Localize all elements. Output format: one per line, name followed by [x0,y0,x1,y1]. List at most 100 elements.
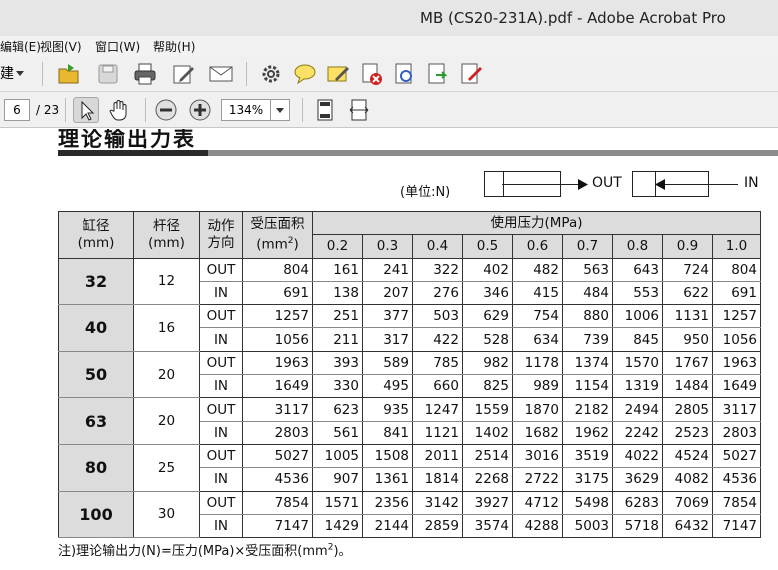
force-value-cell: 2182 [562,397,613,422]
formula-note: 注)理论输出力(N)=压力(MPa)×受压面积(mm2)。 [58,542,352,559]
area-cell: 804 [242,257,313,282]
rod-cell: 20 [133,397,200,445]
email-icon[interactable] [208,61,234,87]
zoom-dropdown-button[interactable] [270,99,290,121]
direction-cell: IN [199,467,243,492]
open-icon[interactable] [56,61,82,87]
chevron-down-icon[interactable] [16,71,24,77]
direction-cell: OUT [199,397,243,422]
force-value-cell: 589 [362,350,413,376]
page-total: / 23 [36,103,60,117]
force-value-cell: 4022 [612,443,663,469]
table-row: 40 16 OUT 1257 251 377 503 629 754 880 1006 1131 125… [58,304,761,352]
table-row: 50 20 OUT 1963 393 589 785 982 1178 1374 1570 1767 1… [58,350,761,399]
pressure-col-header: 0.4 [412,234,463,259]
force-value-cell: 1361 [362,467,413,492]
bore-cell: 63 [58,397,134,445]
page-nav-toolbar: 6 / 23 134% [0,92,778,128]
menu-bar: 编辑(E) 视图(V) 窗口(W) 帮助(H) [0,36,778,56]
force-value-cell: 4536 [712,467,761,492]
direction-cell: IN [199,374,243,399]
rod-cell: 30 [133,490,200,539]
area-cell: 4536 [242,467,313,492]
force-value-cell: 622 [662,280,713,306]
hand-tool-icon[interactable] [107,97,133,123]
comment-icon[interactable] [292,61,318,87]
bore-cell: 32 [58,257,134,306]
direction-cell: IN [199,420,243,445]
force-value-cell: 2268 [462,467,513,492]
force-value-cell: 402 [462,257,513,282]
force-value-cell: 322 [412,257,463,282]
edit-icon[interactable] [170,61,196,87]
force-value-cell: 330 [312,374,363,399]
page-number-input[interactable]: 6 [4,99,30,121]
force-value-cell: 495 [362,374,413,399]
export-icon[interactable] [425,61,451,87]
zoom-out-icon[interactable] [153,97,179,123]
force-value-cell: 346 [462,280,513,306]
force-value-cell: 1402 [462,420,513,445]
table-row: 100 30 OUT 7854 1571 2356 3142 3927 4712 5498 6283… [58,490,761,539]
force-value-cell: 1962 [562,420,613,445]
force-value-cell: 3927 [462,490,513,515]
sign-icon[interactable] [325,61,351,87]
force-value-cell: 528 [462,327,513,352]
fit-width-icon[interactable] [346,97,372,123]
force-value-cell: 1121 [412,420,463,445]
force-value-cell: 4524 [662,443,713,469]
force-value-cell: 785 [412,350,463,376]
force-value-cell: 422 [412,327,463,352]
force-value-cell: 1154 [562,374,613,399]
bore-cell: 80 [58,443,134,492]
force-value-cell: 989 [512,374,563,399]
select-tool-icon[interactable] [73,97,99,123]
zoom-level-input[interactable]: 134% [221,99,271,121]
force-value-cell: 1056 [712,327,761,352]
direction-cell: IN [199,513,243,539]
zoom-in-icon[interactable] [187,97,213,123]
create-menu-label[interactable]: 建 [0,63,14,83]
force-value-cell: 634 [512,327,563,352]
force-value-cell: 2722 [512,467,563,492]
force-value-cell: 950 [662,327,713,352]
area-cell: 3117 [242,397,313,422]
in-rod-line [662,184,738,185]
force-value-cell: 2803 [712,420,761,445]
force-value-cell: 841 [362,420,413,445]
print-icon[interactable] [132,61,158,87]
force-value-cell: 415 [512,280,563,306]
menu-edit[interactable]: 编辑(E) [0,38,41,55]
force-value-cell: 3016 [512,443,563,469]
force-value-cell: 4082 [662,467,713,492]
fit-page-icon[interactable] [312,97,338,123]
save-icon[interactable] [95,61,121,87]
menu-window[interactable]: 窗口(W) [95,38,140,55]
settings-icon[interactable] [258,61,284,87]
force-value-cell: 1257 [712,304,761,329]
menu-help[interactable]: 帮助(H) [153,38,195,55]
out-label: OUT [592,175,622,191]
arrow-left-icon [655,179,665,190]
pressure-col-header: 0.9 [662,234,713,259]
menu-view[interactable]: 视图(V) [40,38,82,55]
force-value-cell: 629 [462,304,513,329]
direction-cell: IN [199,327,243,352]
pressure-col-header: 1.0 [712,234,761,259]
title-rule-accent [58,150,208,156]
forms-icon[interactable] [458,61,484,87]
force-value-cell: 7069 [662,490,713,515]
area-cell: 7854 [242,490,313,515]
secure-icon[interactable] [359,61,385,87]
attach-icon[interactable] [392,61,418,87]
direction-cell: OUT [199,443,243,469]
rod-cell: 25 [133,443,200,492]
force-value-cell: 754 [512,304,563,329]
table-row: 80 25 OUT 5027 1005 1508 2011 2514 3016 3519 4022 4… [58,443,761,492]
force-value-cell: 138 [312,280,363,306]
force-value-cell: 377 [362,304,413,329]
area-cell: 1056 [242,327,313,352]
toolbar-separator [246,62,247,86]
table-row: 63 20 OUT 3117 623 935 1247 1559 1870 2182 2494 280… [58,397,761,445]
force-value-cell: 6283 [612,490,663,515]
